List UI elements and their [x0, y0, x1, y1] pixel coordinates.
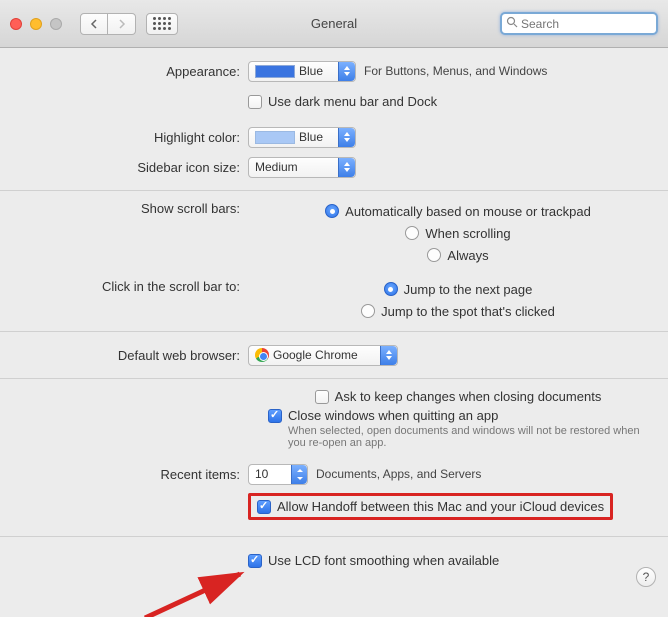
search-icon — [506, 16, 518, 31]
browser-label: Default web browser: — [0, 348, 248, 363]
preferences-content: Appearance: Blue For Buttons, Menus, and… — [0, 48, 668, 617]
color-swatch-icon — [255, 131, 295, 144]
forward-button[interactable] — [108, 13, 136, 35]
ask-save-checkbox[interactable] — [315, 390, 329, 404]
scrollclick-radio-next[interactable] — [384, 282, 398, 296]
appearance-select[interactable]: Blue — [248, 61, 356, 82]
grid-icon — [153, 17, 171, 30]
search-input[interactable] — [521, 17, 652, 31]
sidebar-size-label: Sidebar icon size: — [0, 160, 248, 175]
annotation-arrow-icon — [140, 568, 250, 617]
scrollclick-opt-0: Jump to the next page — [404, 282, 533, 297]
handoff-checkbox[interactable] — [257, 500, 271, 514]
recent-items-stepper[interactable]: 10 — [248, 464, 308, 485]
browser-value: Google Chrome — [273, 348, 358, 362]
dark-menu-label: Use dark menu bar and Dock — [268, 94, 437, 109]
scrollbars-radio-auto[interactable] — [325, 204, 339, 218]
stepper-arrows-icon — [291, 465, 307, 484]
recent-value: 10 — [249, 467, 274, 481]
scrollbars-opt-1: When scrolling — [425, 226, 510, 241]
chevron-left-icon — [90, 19, 98, 29]
sidebar-size-select[interactable]: Medium — [248, 157, 356, 178]
scrollclick-opt-1: Jump to the spot that's clicked — [381, 304, 555, 319]
lcd-smoothing-label: Use LCD font smoothing when available — [268, 553, 499, 568]
scrollclick-label: Click in the scroll bar to: — [0, 279, 248, 294]
scrollbars-opt-0: Automatically based on mouse or trackpad — [345, 204, 591, 219]
search-field-wrap[interactable] — [500, 12, 658, 35]
help-button[interactable]: ? — [636, 567, 656, 587]
minimize-window-button[interactable] — [30, 18, 42, 30]
highlight-label: Highlight color: — [0, 130, 248, 145]
scrollbars-radio-always[interactable] — [427, 248, 441, 262]
handoff-label: Allow Handoff between this Mac and your … — [277, 499, 604, 514]
toolbar: General — [0, 0, 668, 48]
nav-buttons — [80, 13, 136, 35]
dropdown-arrows-icon — [380, 346, 397, 365]
close-windows-checkbox[interactable] — [268, 409, 282, 423]
appearance-value: Blue — [299, 64, 323, 78]
scrollbars-label: Show scroll bars: — [0, 201, 248, 216]
close-windows-hint: When selected, open documents and window… — [288, 425, 648, 449]
chevron-right-icon — [118, 19, 126, 29]
back-button[interactable] — [80, 13, 108, 35]
dropdown-arrows-icon — [338, 158, 355, 177]
scrollbars-opt-2: Always — [447, 248, 488, 263]
help-label: ? — [643, 570, 650, 584]
highlight-select[interactable]: Blue — [248, 127, 356, 148]
recent-suffix: Documents, Apps, and Servers — [316, 467, 481, 481]
annotation-highlight-box: Allow Handoff between this Mac and your … — [248, 493, 613, 520]
window-controls — [10, 18, 62, 30]
sidebar-size-value: Medium — [255, 160, 298, 174]
highlight-value: Blue — [299, 130, 323, 144]
recent-label: Recent items: — [0, 467, 248, 482]
color-swatch-icon — [255, 65, 295, 78]
browser-select[interactable]: Google Chrome — [248, 345, 398, 366]
lcd-smoothing-checkbox[interactable] — [248, 554, 262, 568]
close-windows-label: Close windows when quitting an app — [288, 408, 648, 423]
chrome-icon — [255, 348, 269, 362]
scrollbars-radio-scrolling[interactable] — [405, 226, 419, 240]
scrollclick-radio-spot[interactable] — [361, 304, 375, 318]
dropdown-arrows-icon — [338, 128, 355, 147]
dark-menu-checkbox[interactable] — [248, 95, 262, 109]
zoom-window-button[interactable] — [50, 18, 62, 30]
show-all-button[interactable] — [146, 13, 178, 35]
ask-save-label: Ask to keep changes when closing documen… — [335, 389, 602, 404]
close-window-button[interactable] — [10, 18, 22, 30]
appearance-label: Appearance: — [0, 64, 248, 79]
dropdown-arrows-icon — [338, 62, 355, 81]
appearance-suffix: For Buttons, Menus, and Windows — [364, 64, 547, 78]
